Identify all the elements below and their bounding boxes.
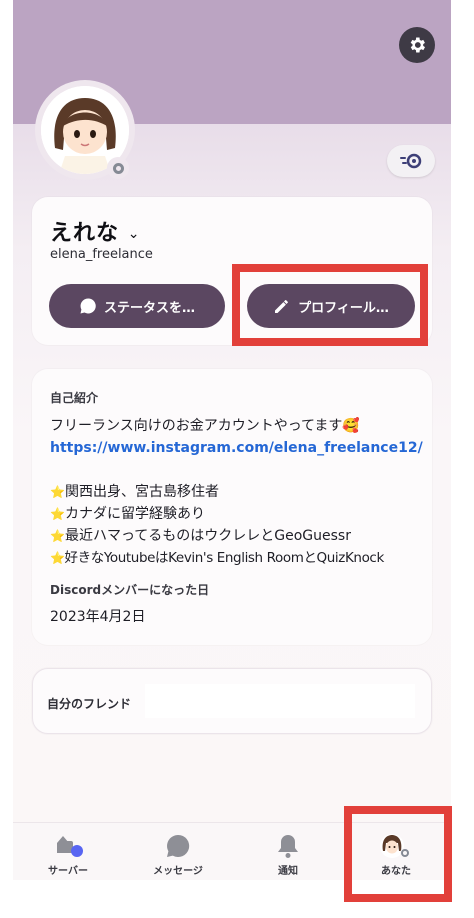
member-since-date: 2023年4月2日	[50, 609, 146, 625]
bio-line: フリーランス向けのお金アカウントやってます🥰	[50, 418, 360, 434]
bio-item-text: 最近ハマってるものはウクレレとGeoGuessr	[64, 528, 351, 544]
friends-card[interactable]: 自分のフレンド	[32, 668, 432, 734]
bio-item: ⭐カナダに留学経験あり	[50, 503, 420, 525]
tab-servers-label: サーバー	[48, 866, 88, 877]
highlight-box	[344, 806, 452, 902]
about-me-card: 自己紹介 フリーランス向けのお金アカウントやってます🥰 https://www.…	[32, 369, 432, 645]
chevron-down-icon: ⌄	[127, 226, 141, 242]
star-icon: ⭐	[50, 485, 65, 499]
bio-item-text: カナダに留学経験あり	[64, 506, 205, 522]
bell-icon	[278, 835, 298, 858]
tab-servers[interactable]: サーバー	[13, 823, 123, 880]
messages-icon	[167, 834, 190, 857]
gear-icon	[410, 37, 425, 53]
speech-bubble-icon	[80, 298, 96, 314]
instagram-link[interactable]: https://www.instagram.com/elena_freelanc…	[50, 437, 423, 459]
about-me-text: フリーランス向けのお金アカウントやってます🥰 https://www.insta…	[50, 415, 423, 569]
bio-spacer	[50, 459, 420, 481]
offline-status-icon	[112, 162, 124, 174]
star-icon: ⭐	[50, 529, 65, 543]
username: elena_freelance	[50, 247, 153, 262]
settings-button[interactable]	[399, 27, 435, 63]
about-me-heading: 自己紹介	[50, 391, 99, 405]
bio-item: ⭐好きなYoutubeはKevin's English RoomとQuizKno…	[50, 547, 420, 569]
presence-indicator	[107, 157, 129, 179]
star-icon: ⭐	[50, 507, 65, 521]
star-icon: ⭐	[50, 551, 65, 565]
member-since-heading: Discordメンバーになった日	[50, 583, 210, 597]
bio-item-text: 関西出身、宮古島移住者	[64, 484, 219, 500]
bio-item: ⭐最近ハマってるものはウクレレとGeoGuessr	[50, 525, 420, 547]
friends-heading: 自分のフレンド	[47, 697, 132, 711]
nitro-icon	[400, 153, 422, 169]
display-name-text: えれな	[50, 221, 120, 246]
friends-avatars-area	[145, 684, 415, 718]
tab-notifications-label: 通知	[278, 866, 298, 877]
bio-item-text: 好きなYoutubeはKevin's English RoomとQuizKnoc…	[64, 550, 385, 566]
servers-icon	[57, 836, 83, 857]
bio-item: ⭐関西出身、宮古島移住者	[50, 481, 420, 503]
tab-messages[interactable]: メッセージ	[123, 823, 233, 880]
tab-messages-label: メッセージ	[153, 866, 203, 877]
display-name[interactable]: えれな ⌄	[50, 215, 140, 247]
nitro-button[interactable]	[387, 145, 435, 177]
set-status-button[interactable]: ステータスを…	[49, 284, 225, 328]
highlight-box	[232, 264, 428, 346]
set-status-label: ステータスを…	[103, 300, 195, 316]
profile-screen: えれな ⌄ elena_freelance ステータスを… プロフィール… 自己…	[13, 0, 451, 880]
tab-notifications[interactable]: 通知	[233, 823, 343, 880]
